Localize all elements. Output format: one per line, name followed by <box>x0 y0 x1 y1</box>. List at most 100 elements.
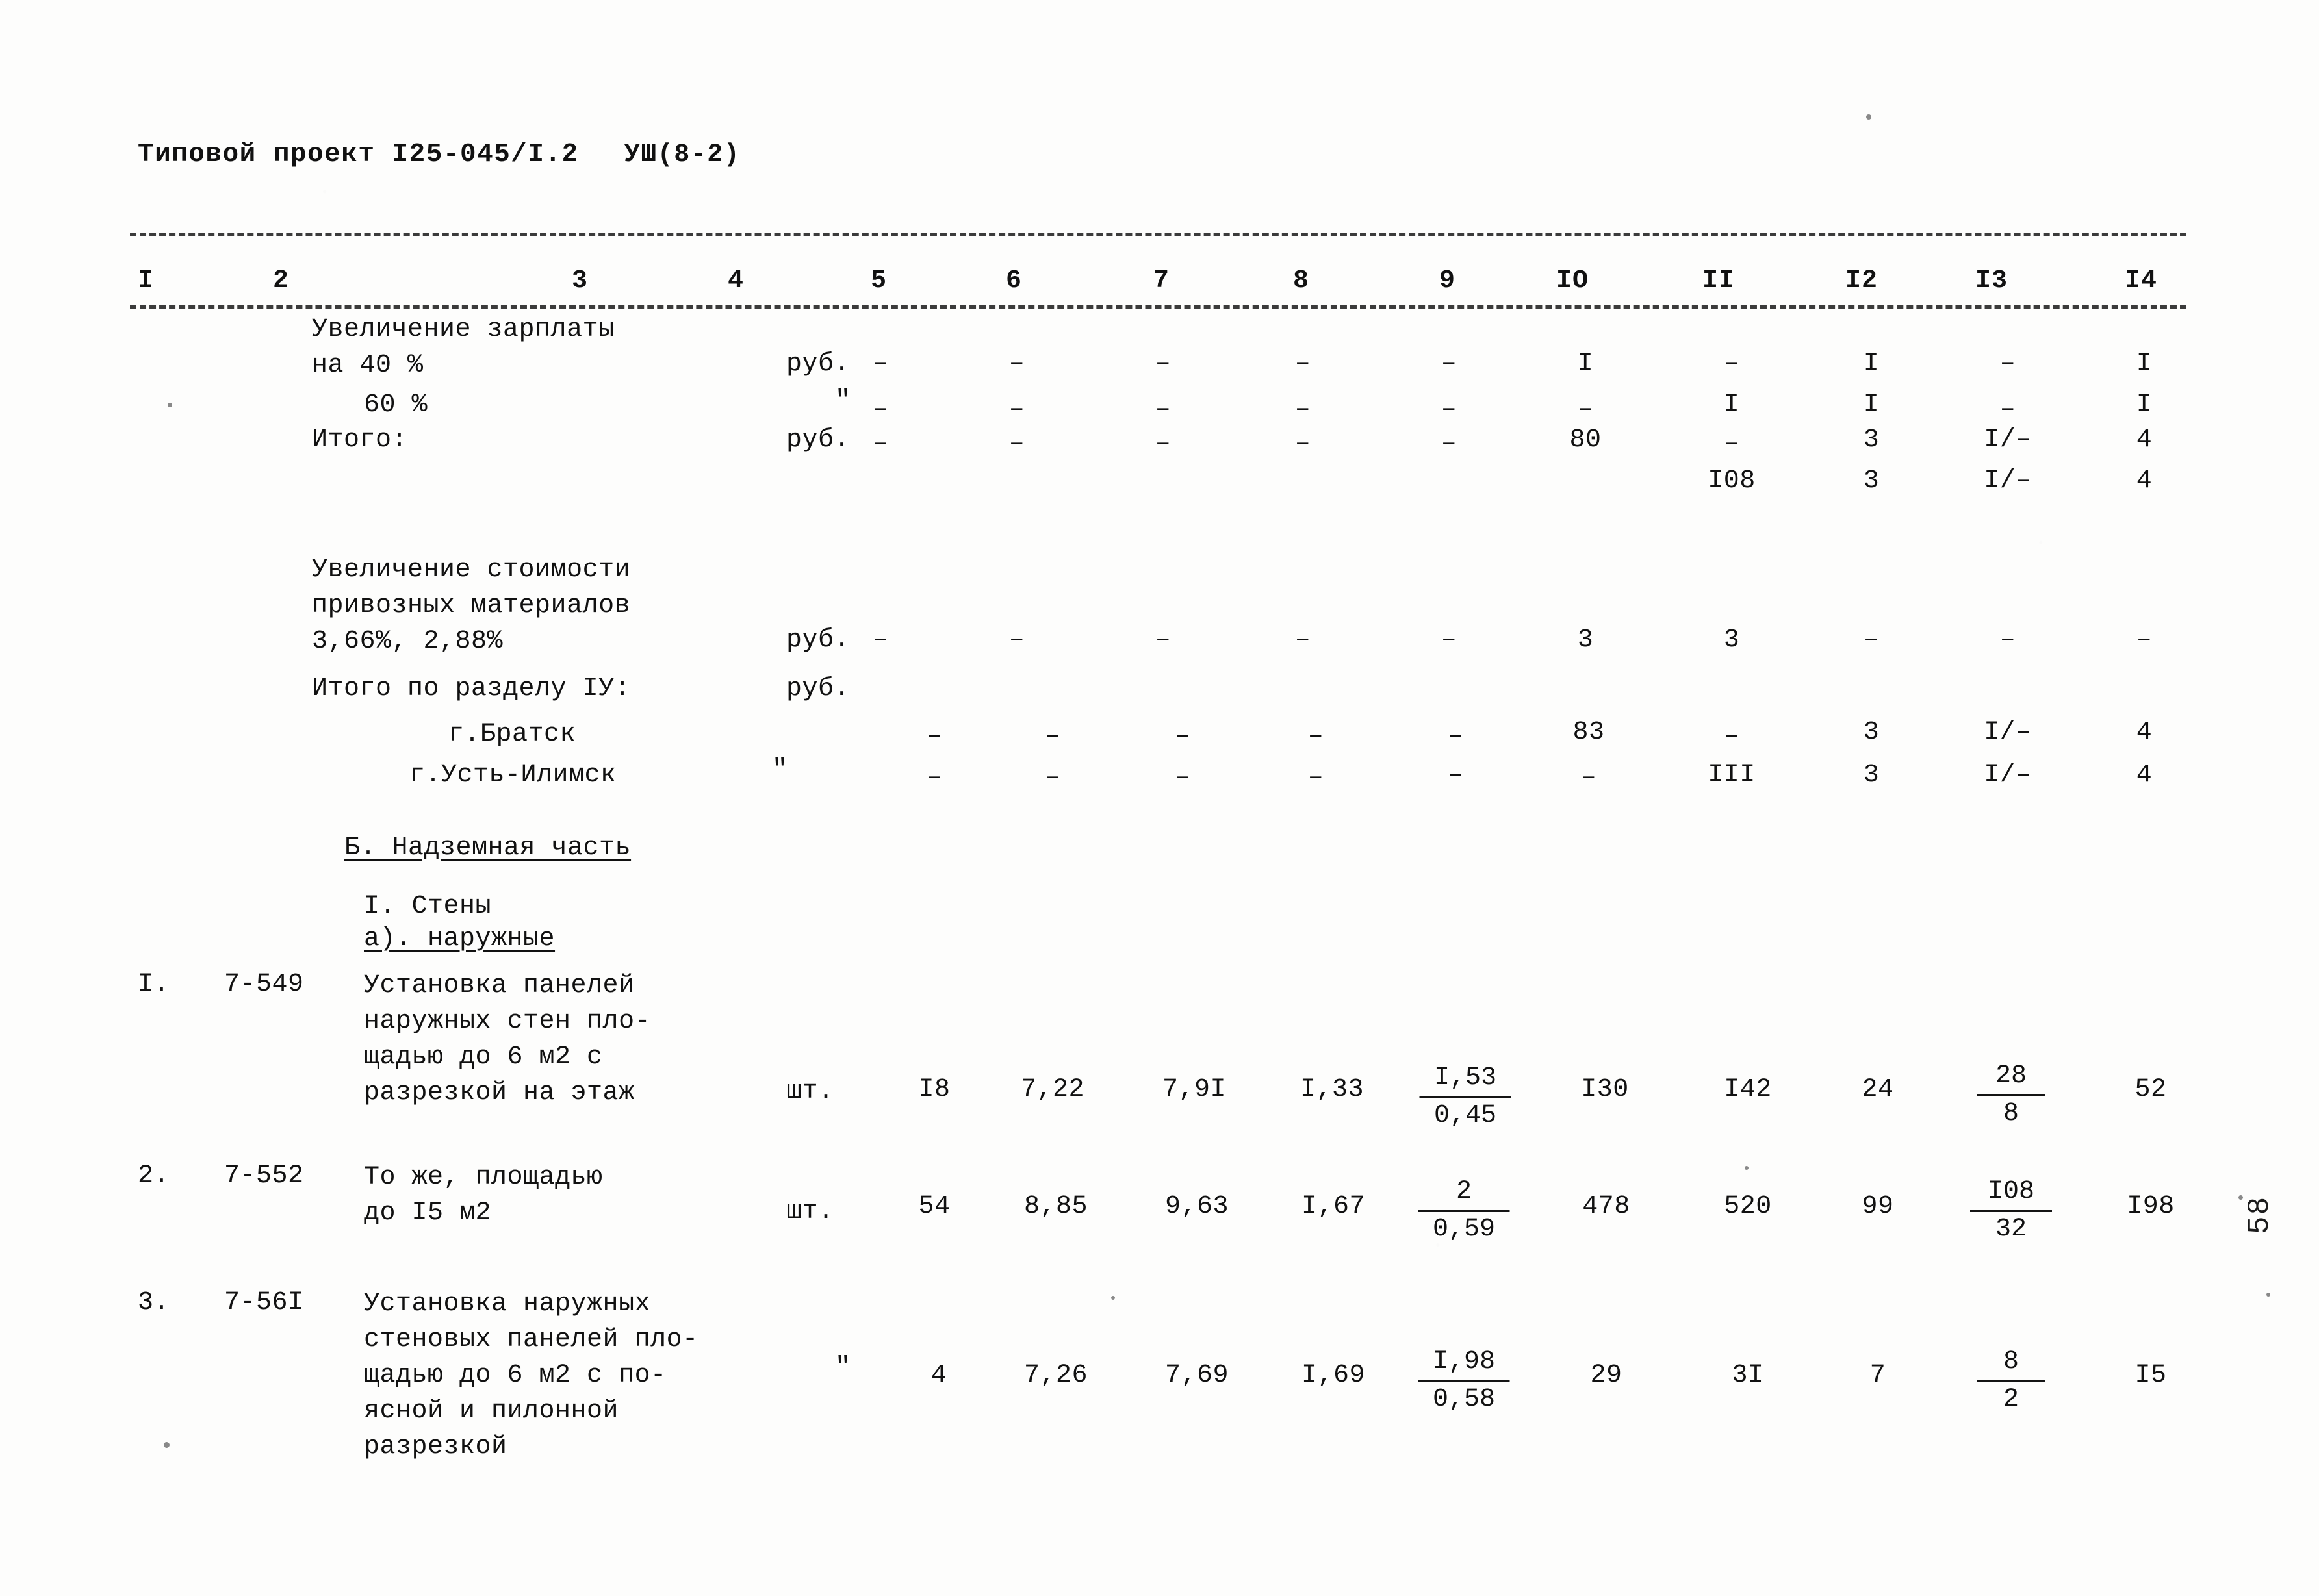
scan-speck <box>1111 1296 1115 1300</box>
fraction-denominator: 0,58 <box>1432 1385 1495 1414</box>
cell-col11: 3I <box>1732 1361 1764 1390</box>
row-unit: руб. <box>786 674 851 703</box>
cell-col7: – <box>1155 429 1172 459</box>
cell-col8: – <box>1294 395 1311 424</box>
fraction-bar <box>1418 1210 1510 1212</box>
row-unit: " <box>772 755 788 785</box>
fraction-numerator: I,98 <box>1432 1347 1495 1376</box>
cell-col9-fraction: I,53 0,45 <box>1418 1062 1513 1132</box>
row-description: Увеличение зарплаты на 40 % <box>312 315 615 380</box>
section-heading-walls: I. Стены <box>364 892 492 921</box>
cell-col9: – <box>1441 626 1457 655</box>
cell-col5: 54 <box>918 1192 951 1221</box>
cell-col13: I/– <box>1984 718 2032 747</box>
cell-col6: 7,22 <box>1020 1075 1085 1104</box>
row-description: Итого по разделу IУ: <box>312 674 631 703</box>
cell-col8: – <box>1294 626 1311 655</box>
column-number-row: I 2 3 4 5 6 7 8 9 IO II I2 I3 I4 <box>0 266 2319 303</box>
cell-col5: – <box>872 626 889 655</box>
cell-col12: – <box>1863 626 1880 655</box>
row-description: 60 % <box>364 390 428 420</box>
fraction-denominator: 0,59 <box>1432 1215 1495 1244</box>
scan-speck <box>1866 114 1871 120</box>
column-number-12: I2 <box>1845 266 1878 296</box>
column-number-4: 4 <box>728 266 745 296</box>
row-unit: руб. <box>786 626 851 655</box>
row-code: 7-549 <box>224 970 304 999</box>
cell-col11: III <box>1708 761 1756 790</box>
column-number-13: I3 <box>1975 266 2008 296</box>
cell-col13: I/– <box>1984 761 2032 790</box>
cell-col12: I <box>1863 390 1880 420</box>
cell-col14: I5 <box>2134 1361 2167 1390</box>
cell-col14: 4 <box>2136 761 2153 790</box>
fraction-denominator: 0,45 <box>1433 1101 1496 1130</box>
cell-col7: – <box>1155 395 1172 424</box>
column-number-2: 2 <box>273 266 290 296</box>
cell-col13: – <box>1999 395 2016 424</box>
cell-col7: 7,69 <box>1164 1361 1229 1390</box>
cell-col5: – <box>926 763 943 792</box>
cell-col13-fraction: 8 2 <box>1975 1346 2047 1416</box>
fraction-numerator: I08 <box>1987 1177 2034 1206</box>
fraction-denominator: 32 <box>1995 1215 2027 1244</box>
column-number-3: 3 <box>572 266 589 296</box>
column-number-8: 8 <box>1293 266 1310 296</box>
cell-col8: I,67 <box>1301 1192 1366 1221</box>
cell-col7: – <box>1174 763 1191 792</box>
cell-col14: I <box>2136 390 2153 420</box>
fraction-numerator: 8 <box>2003 1347 2019 1376</box>
cell-col8: – <box>1307 763 1324 792</box>
column-number-7: 7 <box>1153 266 1170 296</box>
sheet-code: УШ(8-2) <box>624 140 741 170</box>
cell-col7: – <box>1155 626 1172 655</box>
cell-col14: 52 <box>2134 1075 2167 1104</box>
cell-col12: 24 <box>1862 1075 1894 1104</box>
row-unit: шт. <box>786 1077 834 1106</box>
section-heading-walls-exterior: а). наружные <box>364 924 556 954</box>
row-unit: руб. <box>786 349 851 379</box>
cell-col5: – <box>872 349 889 379</box>
cell-col14: 4 <box>2136 466 2153 496</box>
cell-col9: – <box>1447 761 1464 790</box>
cell-col14: I98 <box>2127 1192 2175 1221</box>
cell-col11: 3 <box>1723 626 1740 655</box>
row-number: 3. <box>138 1288 170 1317</box>
cell-col11: – <box>1723 349 1740 379</box>
scan-speck <box>168 403 172 407</box>
cell-col10: – <box>1580 763 1597 792</box>
fraction-bar <box>1970 1210 2052 1212</box>
cell-col12: 99 <box>1862 1192 1894 1221</box>
row-description: Итого: <box>312 425 408 455</box>
column-number-5: 5 <box>871 266 888 296</box>
column-number-11: II <box>1702 266 1736 296</box>
cell-col7: – <box>1174 722 1191 751</box>
cell-col10: 29 <box>1590 1361 1622 1390</box>
project-title: Типовой проект I25-045/I.2 <box>138 140 579 170</box>
column-number-9: 9 <box>1439 266 1456 296</box>
fraction-numerator: 2 <box>1455 1177 1472 1206</box>
cell-col13-fraction: 28 8 <box>1975 1060 2047 1130</box>
fraction-bar <box>1419 1096 1511 1098</box>
scan-speck <box>2238 1195 2243 1200</box>
cell-col9: – <box>1441 395 1457 424</box>
cell-col9: – <box>1447 722 1464 751</box>
cell-col10: 3 <box>1577 626 1594 655</box>
cell-col8: – <box>1307 722 1324 751</box>
scan-speck <box>2266 1293 2270 1297</box>
cell-col6: – <box>1008 349 1025 379</box>
fraction-numerator: 28 <box>1995 1061 2027 1091</box>
table-header-dashed-rule <box>130 305 2186 309</box>
column-number-1: I <box>138 266 155 296</box>
cell-col5: I8 <box>918 1075 951 1104</box>
row-description: То же, площадью до I5 м2 <box>364 1163 603 1228</box>
cell-col11: I <box>1723 390 1740 420</box>
row-unit: " <box>835 386 851 416</box>
cell-col11: 520 <box>1724 1192 1772 1221</box>
column-number-10: IO <box>1556 266 1589 296</box>
scan-speck <box>164 1442 170 1448</box>
cell-col6: – <box>1044 722 1061 751</box>
cell-col9-fraction: I,98 0,58 <box>1417 1346 1511 1416</box>
page-number: 58 <box>2243 1195 2277 1234</box>
row-unit: шт. <box>786 1197 834 1226</box>
